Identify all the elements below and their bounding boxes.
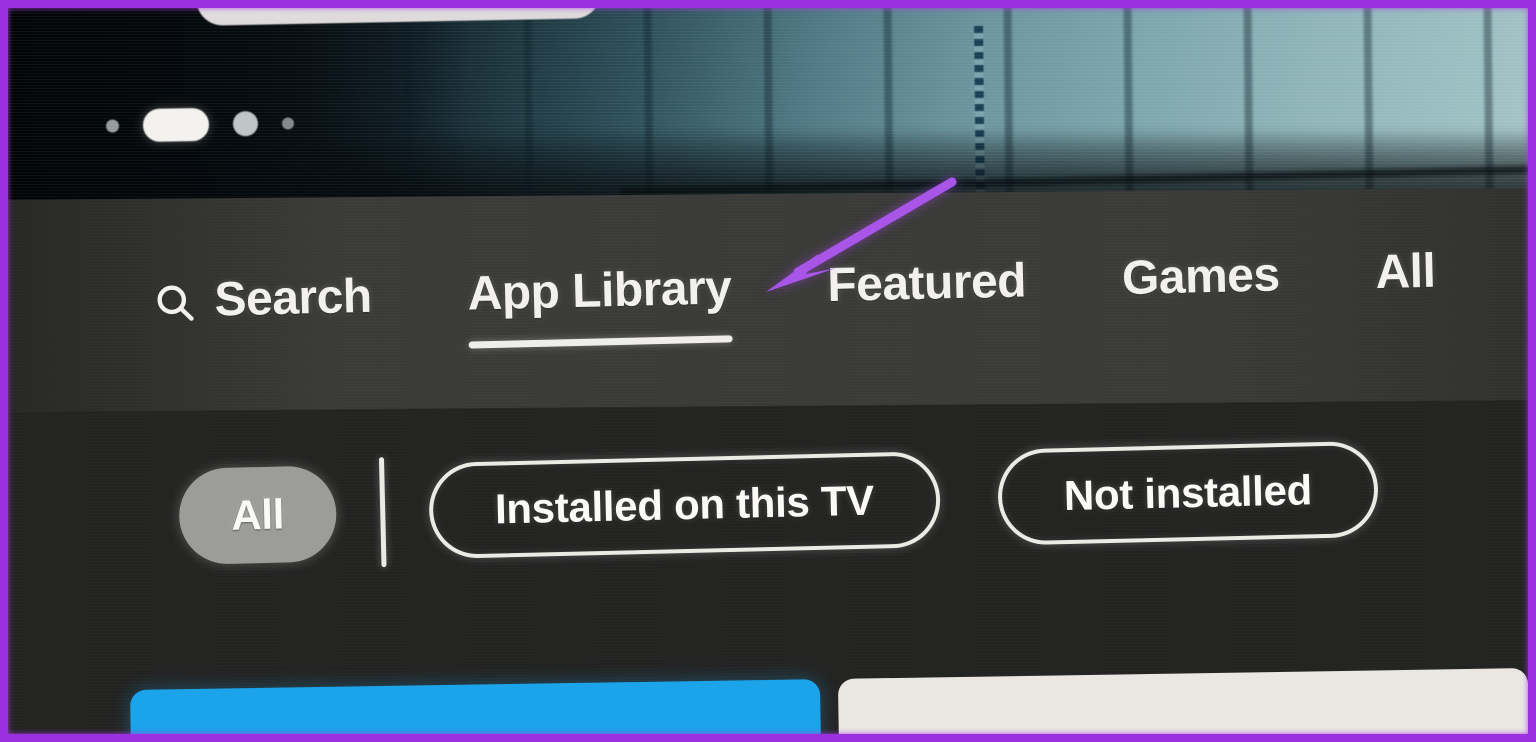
nav-tab-search[interactable]: Search — [152, 269, 373, 342]
carousel-dot-3[interactable] — [232, 110, 259, 137]
carousel-page-indicator[interactable] — [105, 106, 295, 142]
nav-tab-search-label: Search — [213, 269, 373, 327]
filter-chip-all-label: All — [230, 490, 285, 539]
tv-screen-photo: Search App Library Featured Games All Al… — [0, 0, 1536, 742]
filter-chip-all[interactable]: All — [178, 465, 338, 565]
nav-tab-featured-label: Featured — [826, 254, 1027, 313]
nav-tab-app-library-label: App Library — [466, 261, 733, 321]
app-tile-2[interactable] — [837, 668, 1530, 742]
filter-chip-installed[interactable]: Installed on this TV — [427, 451, 942, 560]
nav-tab-all-apps[interactable]: All — [1374, 244, 1436, 313]
nav-tab-games[interactable]: Games — [1121, 248, 1281, 319]
nav-tab-app-library[interactable]: App Library — [466, 261, 733, 334]
nav-tab-featured[interactable]: Featured — [826, 254, 1027, 326]
app-tile-1[interactable] — [130, 679, 822, 742]
filter-chip-not-installed-label: Not installed — [1063, 466, 1313, 520]
carousel-dot-2-active[interactable] — [142, 107, 210, 142]
nav-tab-games-label: Games — [1121, 248, 1281, 306]
filter-chip-divider — [378, 457, 387, 568]
filter-chip-not-installed[interactable]: Not installed — [996, 440, 1380, 546]
carousel-dot-4[interactable] — [281, 116, 295, 130]
filter-chip-installed-label: Installed on this TV — [494, 476, 875, 533]
nav-tab-all-apps-label: All — [1374, 244, 1436, 300]
carousel-dot-1[interactable] — [105, 119, 120, 133]
search-icon — [157, 285, 194, 321]
